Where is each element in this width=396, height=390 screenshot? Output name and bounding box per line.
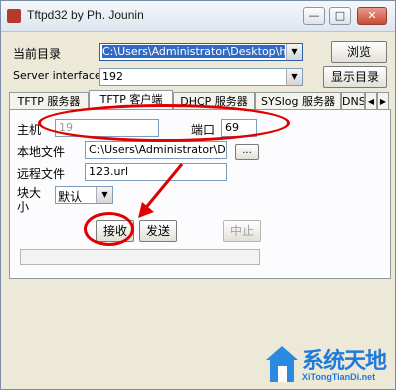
title-bar[interactable]: Tftpd32 by Ph. Jounin — □ ✕ bbox=[1, 1, 395, 32]
tab-scroll-right-icon[interactable]: ▶ bbox=[377, 92, 389, 110]
app-icon bbox=[7, 9, 21, 23]
house-logo-icon bbox=[266, 346, 298, 382]
tab-tftp-server[interactable]: TFTP 服务器 bbox=[9, 92, 89, 110]
maximize-button[interactable]: □ bbox=[329, 7, 351, 25]
block-size-label-line2: 小 bbox=[17, 200, 30, 214]
close-button[interactable]: ✕ bbox=[357, 7, 387, 25]
server-interface-label: Server interface bbox=[13, 69, 102, 82]
watermark-sub: XiTongTianDi.net bbox=[302, 372, 376, 382]
tab-syslog-server[interactable]: SYSlog 服务器 bbox=[255, 92, 341, 110]
local-file-label: 本地文件 bbox=[17, 145, 66, 159]
dropdown-arrow-icon[interactable]: ▼ bbox=[96, 187, 112, 203]
current-dir-label: 当前目录 bbox=[13, 47, 62, 61]
window-title: Tftpd32 by Ph. Jounin bbox=[27, 8, 144, 22]
annotation-arrow-icon bbox=[138, 163, 184, 218]
watermark-text: 系统天地 bbox=[302, 349, 387, 374]
dropdown-arrow-icon[interactable]: ▼ bbox=[286, 69, 302, 85]
browse-button[interactable]: 浏览 bbox=[331, 41, 387, 63]
tab-scroll-left-icon[interactable]: ◀ bbox=[365, 92, 377, 110]
transfer-progress-bar bbox=[20, 249, 260, 265]
block-size-select[interactable]: 默认 ▼ bbox=[55, 186, 113, 204]
server-interface-value: 192 bbox=[102, 70, 123, 83]
local-file-browse-button[interactable]: ... bbox=[235, 144, 259, 160]
block-size-value: 默认 bbox=[58, 190, 83, 204]
local-file-input[interactable]: C:\Users\Administrator\Desk bbox=[85, 141, 227, 159]
send-button[interactable]: 发送 bbox=[139, 220, 177, 242]
dropdown-arrow-icon[interactable]: ▼ bbox=[286, 44, 302, 60]
current-dir-combo[interactable]: C:\Users\Administrator\Desktop\ha_T ▼ bbox=[99, 43, 303, 61]
annotation-oval-host-port bbox=[38, 104, 290, 142]
annotation-oval-receive bbox=[84, 212, 134, 246]
server-interface-combo[interactable]: 192 ▼ bbox=[99, 68, 303, 86]
watermark-logo: 系统天地 XiTongTianDi.net bbox=[262, 340, 396, 390]
tftpd32-window: Tftpd32 by Ph. Jounin — □ ✕ 当前目录 C:\User… bbox=[0, 0, 396, 390]
tab-dns[interactable]: DNS bbox=[341, 92, 365, 110]
current-dir-value: C:\Users\Administrator\Desktop\ha_T bbox=[102, 45, 285, 58]
abort-button[interactable]: 中止 bbox=[223, 220, 261, 242]
show-dir-button[interactable]: 显示目录 bbox=[323, 66, 387, 88]
minimize-button[interactable]: — bbox=[303, 7, 325, 25]
remote-file-label: 远程文件 bbox=[17, 167, 66, 181]
